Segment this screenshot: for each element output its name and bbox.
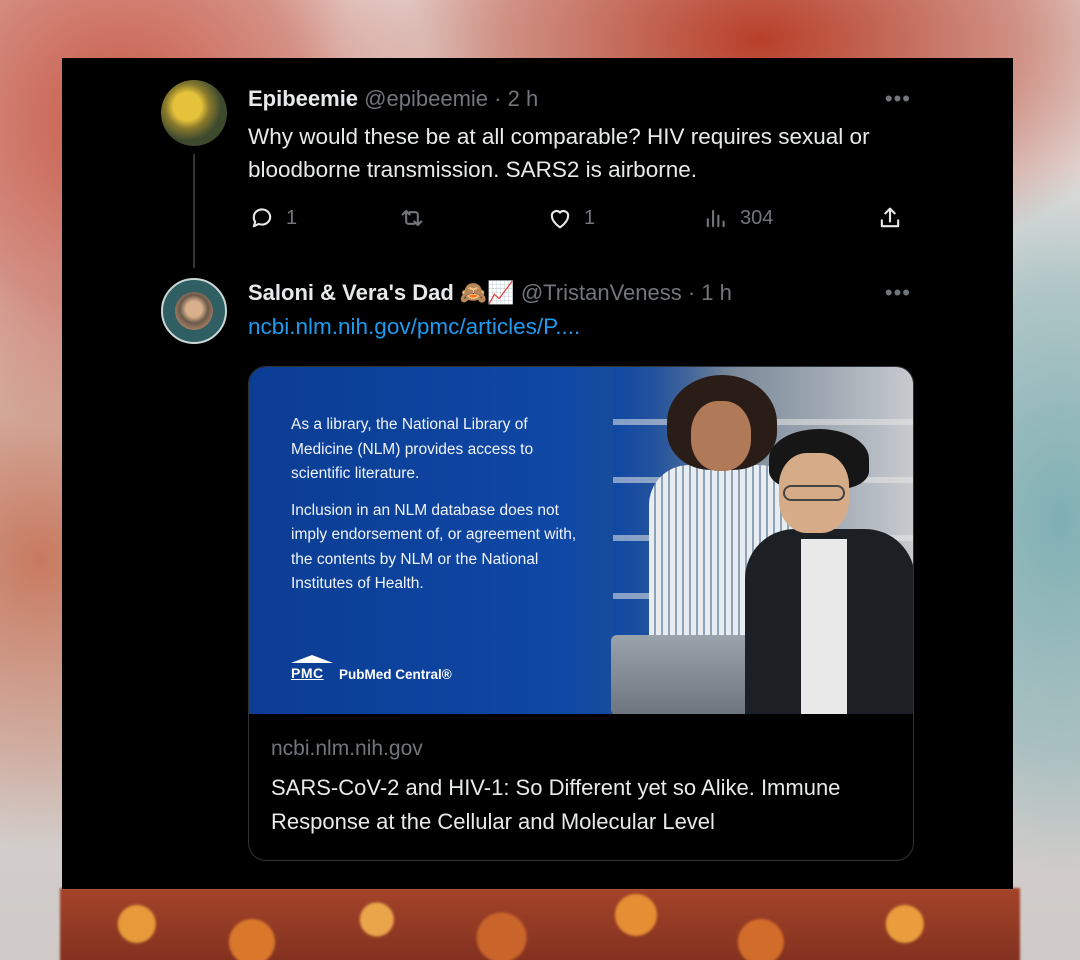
display-name[interactable]: Saloni & Vera's Dad <box>248 280 454 305</box>
card-meta: ncbi.nlm.nih.gov SARS-CoV-2 and HIV-1: S… <box>271 735 901 839</box>
like-button[interactable]: 1 <box>546 204 595 232</box>
avatar[interactable] <box>161 80 227 146</box>
tweet-text: Why would these be at all comparable? HI… <box>248 124 870 182</box>
separator: · <box>488 86 508 111</box>
reply-icon <box>252 208 272 228</box>
retweet-icon <box>401 209 423 227</box>
share-icon <box>880 207 900 228</box>
pmc-logo: PMC PubMed Central® <box>291 655 452 685</box>
avatar[interactable] <box>161 278 227 344</box>
handle[interactable]: @TristanVeness <box>521 280 682 305</box>
views-icon <box>706 209 725 228</box>
like-icon <box>550 210 570 229</box>
reply-button[interactable]: 1 <box>248 204 297 232</box>
avatar-photo <box>175 292 213 330</box>
card-image: As a library, the National Library of Me… <box>249 367 913 714</box>
views-button[interactable]: 304 <box>702 204 773 232</box>
card-title: SARS-CoV-2 and HIV-1: So Different yet s… <box>271 775 841 834</box>
thread-connector-line <box>193 154 195 268</box>
tweet-header: Epibeemie @epibeemie · 2 h <box>248 86 538 112</box>
background-virus-image <box>60 888 1020 960</box>
timestamp[interactable]: 2 h <box>508 86 539 111</box>
share-button[interactable] <box>876 204 904 232</box>
view-count: 304 <box>740 206 774 229</box>
notice-paragraph-2: Inclusion in an NLM database does not im… <box>291 501 577 593</box>
card-domain: ncbi.nlm.nih.gov <box>271 737 423 760</box>
article-link[interactable]: ncbi.nlm.nih.gov/pmc/articles/P.... <box>248 314 580 340</box>
photo-laptop <box>611 635 761 714</box>
like-count: 1 <box>584 206 596 229</box>
photo-woman <box>649 375 819 665</box>
more-icon[interactable]: ••• <box>885 280 911 306</box>
name-emoji: 🙈📈 <box>459 280 515 305</box>
retweet-button[interactable] <box>398 204 436 232</box>
more-icon[interactable]: ••• <box>885 86 911 112</box>
notice-paragraph-1: As a library, the National Library of Me… <box>291 416 534 482</box>
photo-man <box>739 429 913 714</box>
timestamp[interactable]: 1 h <box>701 280 732 305</box>
link-preview-card[interactable]: As a library, the National Library of Me… <box>248 366 914 861</box>
separator: · <box>681 280 702 305</box>
tweet-epibeemie[interactable]: Epibeemie @epibeemie · 2 h ••• Why would… <box>62 58 1013 268</box>
pmc-building-icon: PMC <box>291 655 333 685</box>
reply-count: 1 <box>286 206 298 229</box>
screenshot-panel: Epibeemie @epibeemie · 2 h ••• Why would… <box>62 58 1013 889</box>
nlm-notice: As a library, the National Library of Me… <box>291 413 591 609</box>
tweet-header: Saloni & Vera's Dad 🙈📈 @TristanVeness · … <box>248 280 732 306</box>
action-bar: 1 1 304 <box>248 204 908 238</box>
bookshelf-background <box>613 367 913 714</box>
display-name[interactable]: Epibeemie <box>248 86 358 111</box>
handle[interactable]: @epibeemie <box>364 86 488 111</box>
pmc-name: PubMed Central® <box>339 666 452 682</box>
